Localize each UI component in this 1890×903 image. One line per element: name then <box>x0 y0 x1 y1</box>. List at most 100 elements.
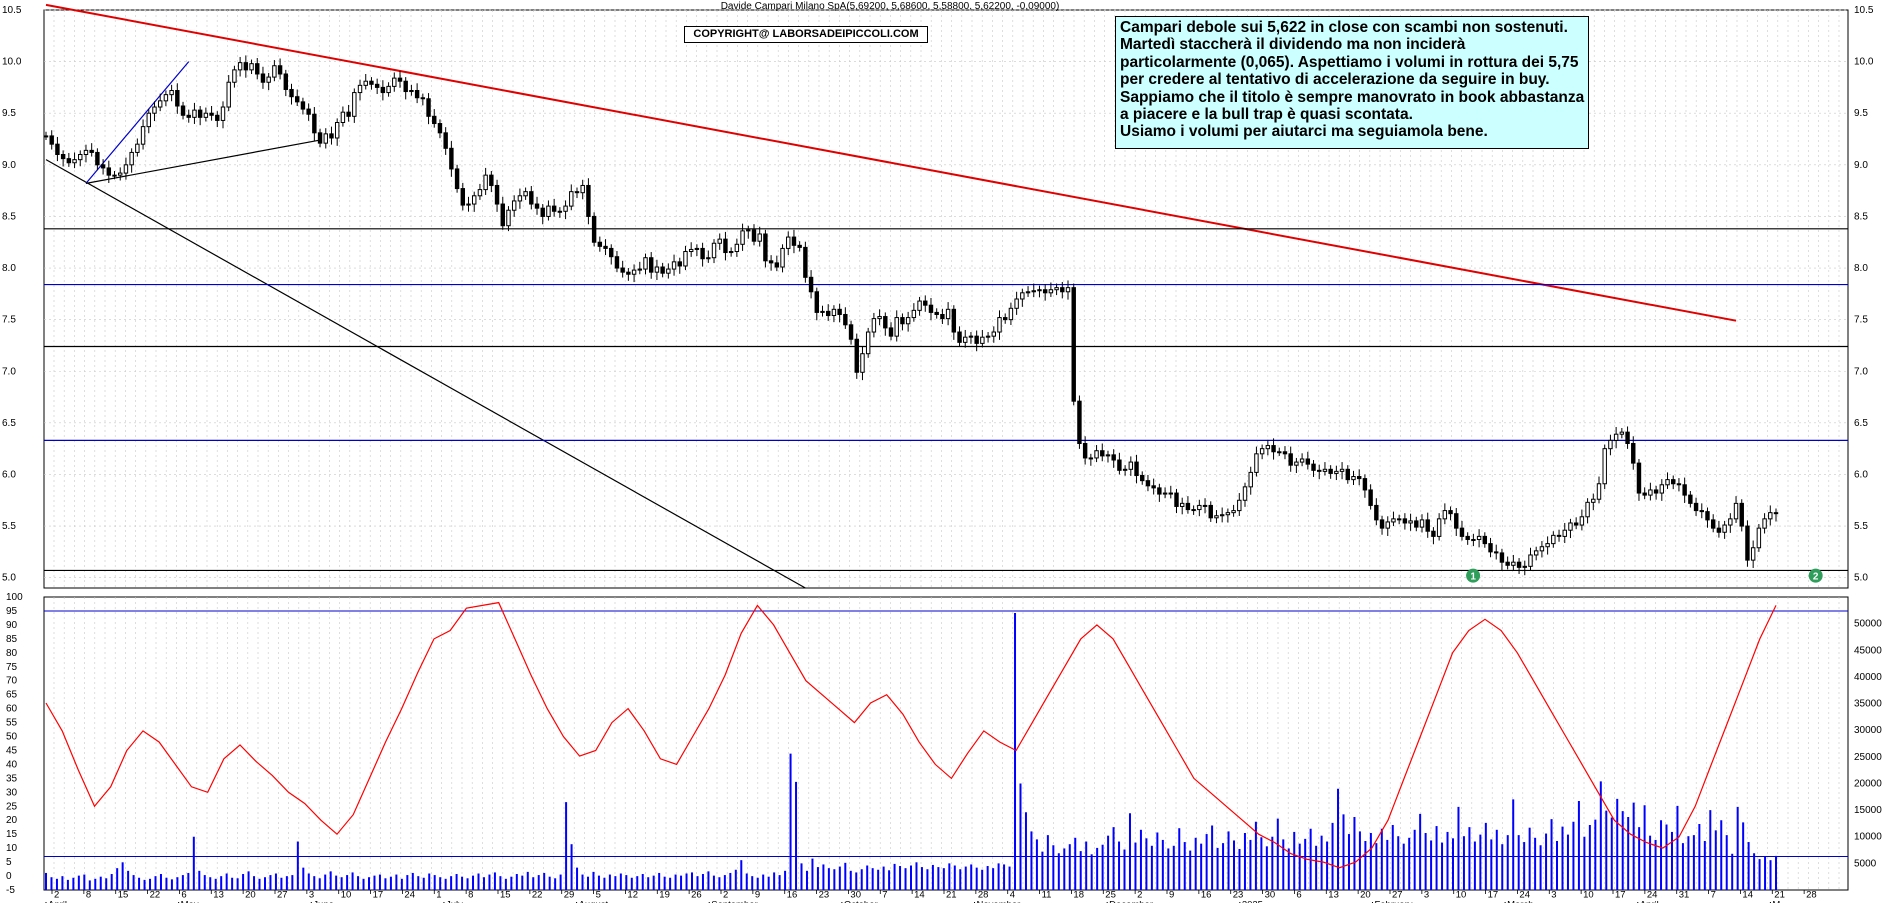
candle-body <box>865 331 871 355</box>
candle <box>1020 288 1025 307</box>
candle-body <box>683 251 688 267</box>
candle <box>1385 516 1390 536</box>
comment-line: a piacere e la bull trap è quasi scontat… <box>1120 106 1413 124</box>
month-label: March <box>1507 899 1533 903</box>
candle-body <box>580 184 585 194</box>
comment-line: Usiamo i volumi per aiutarci ma seguiamo… <box>1120 123 1488 141</box>
candle-body <box>72 159 77 164</box>
candle <box>877 309 882 326</box>
candle-body <box>1311 463 1316 471</box>
price-tick-label: 10.5 <box>1854 5 1874 16</box>
candle-body <box>112 174 117 177</box>
month-label: December <box>1109 899 1153 903</box>
candle-body <box>774 262 780 268</box>
candle-body <box>386 85 391 94</box>
candle <box>1573 517 1579 530</box>
candle-body <box>340 111 346 124</box>
candle-body <box>1636 462 1642 494</box>
candle <box>620 260 625 278</box>
candle <box>1328 465 1333 479</box>
candle <box>1710 514 1716 533</box>
candle-body <box>1425 519 1430 532</box>
candle <box>329 126 334 145</box>
candle <box>357 79 363 101</box>
candle-body <box>146 112 151 128</box>
candle <box>1551 531 1556 548</box>
candle-body <box>1254 453 1259 473</box>
candle <box>1277 447 1282 456</box>
candle <box>403 77 408 100</box>
candle-body <box>300 101 306 110</box>
candle <box>449 141 454 177</box>
candle-body <box>135 143 140 153</box>
price-tick-label: 8.5 <box>2 211 16 222</box>
candle-body <box>1402 518 1408 524</box>
candle-body <box>1294 461 1299 466</box>
candle-body <box>511 200 517 211</box>
badge-label: 1 <box>1470 572 1476 583</box>
candle <box>83 144 89 163</box>
candle-body <box>1688 494 1693 504</box>
x-tick-label: 3 <box>1424 889 1429 900</box>
candle <box>723 231 728 261</box>
candle <box>631 264 637 283</box>
candle-body <box>1031 290 1036 293</box>
candle-body <box>374 83 380 88</box>
candle-body <box>569 191 574 207</box>
candle <box>1631 436 1636 470</box>
candle <box>420 93 426 106</box>
candle-body <box>1305 458 1311 465</box>
candle <box>1528 547 1533 571</box>
candle-body <box>1174 492 1179 507</box>
candle-body <box>1100 450 1105 457</box>
candle-body <box>643 257 648 270</box>
candle-body <box>83 149 89 156</box>
candle-body <box>317 132 323 144</box>
comment-line: particolarmente (0,065). Aspettiamo i vo… <box>1120 53 1579 71</box>
candle <box>1471 533 1476 547</box>
candle <box>1608 434 1613 456</box>
candle <box>957 326 962 347</box>
candle <box>203 107 209 122</box>
x-tick-label: 7 <box>1711 889 1716 900</box>
candle <box>266 72 271 91</box>
candle-body <box>220 106 226 121</box>
candle <box>1676 478 1682 492</box>
candle-body <box>1185 502 1191 511</box>
candle-body <box>1625 431 1630 444</box>
price-tick-label: 8.0 <box>1854 263 1868 274</box>
candle-body <box>100 164 106 169</box>
candle-body <box>1002 317 1008 321</box>
price-tick-label: 6.5 <box>1854 418 1868 429</box>
candle <box>860 346 865 381</box>
candle-body <box>1219 514 1225 517</box>
candle-body <box>586 184 591 217</box>
candle <box>820 305 825 317</box>
candle <box>380 80 386 101</box>
candle-body <box>1140 474 1145 482</box>
candle <box>192 102 197 124</box>
candle-body <box>1088 457 1094 460</box>
price-tick-label: 5.0 <box>2 573 16 584</box>
candle <box>546 200 551 221</box>
candle-body <box>414 90 420 99</box>
candle-body <box>723 238 728 254</box>
candle-body <box>957 331 962 343</box>
candle-body <box>671 261 677 270</box>
candle <box>1671 475 1676 490</box>
candle <box>1448 506 1453 521</box>
candle <box>1539 541 1545 558</box>
candle <box>1391 511 1396 527</box>
candle <box>1568 518 1573 539</box>
candle-body <box>1465 535 1470 540</box>
candle <box>432 109 437 128</box>
candle-body <box>694 247 700 250</box>
candle <box>614 251 620 273</box>
x-tick-label: 30 <box>1265 889 1276 900</box>
candle <box>677 257 682 274</box>
x-tick-label: 16 <box>1201 889 1212 900</box>
candle-body <box>123 164 129 174</box>
price-tick-label: 7.0 <box>2 366 16 377</box>
x-tick-label: 1 <box>436 889 441 900</box>
candle <box>1054 283 1059 296</box>
